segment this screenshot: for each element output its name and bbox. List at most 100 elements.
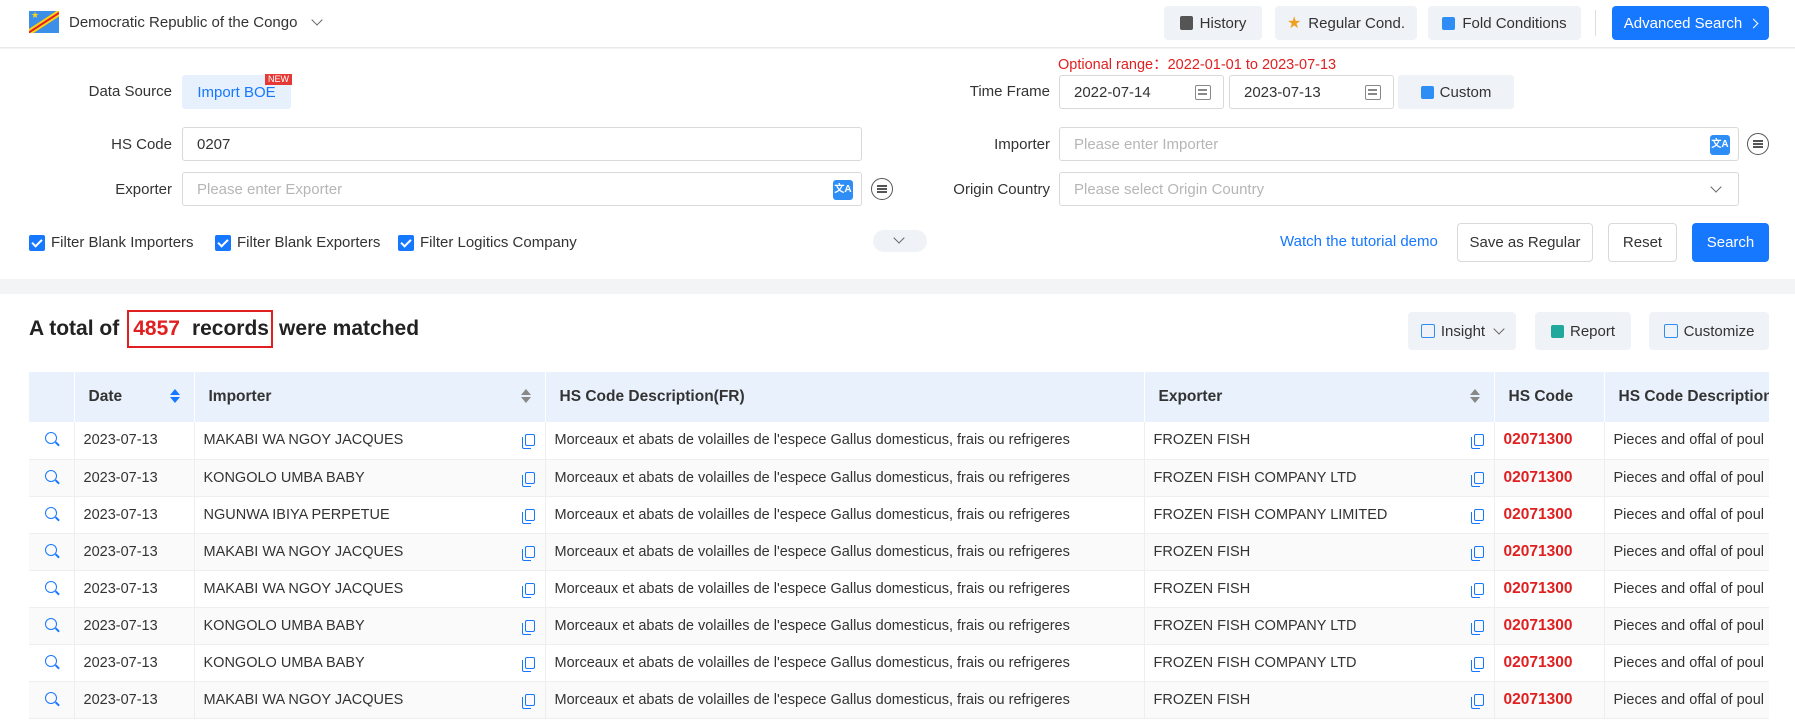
record-count-box: 4857 records [127, 310, 273, 348]
copy-icon[interactable] [521, 508, 535, 524]
calendar-icon[interactable] [1195, 85, 1211, 100]
table-row[interactable]: 2023-07-13 MAKABI WA NGOY JACQUES Morceaux… [29, 422, 1769, 460]
report-button[interactable]: Report [1535, 312, 1631, 350]
reset-button[interactable]: Reset [1608, 223, 1677, 262]
hs-code-cell[interactable]: 02071300 [1494, 422, 1605, 460]
search-icon[interactable] [45, 543, 57, 556]
table-row[interactable]: 2023-07-13 MAKABI WA NGOY JACQUES Morceaux… [29, 570, 1769, 608]
filter-blank-importers-checkbox[interactable]: Filter Blank Importers [29, 234, 194, 251]
checkbox-checked-icon[interactable] [29, 234, 45, 251]
copy-icon[interactable] [1470, 471, 1484, 487]
hs-code-cell[interactable]: 02071300 [1494, 496, 1605, 534]
table-row[interactable]: 2023-07-13 NGUNWA IBIYA PERPETUE Morceaux … [29, 496, 1769, 534]
search-icon[interactable] [45, 654, 57, 667]
copy-icon[interactable] [521, 656, 535, 672]
date-cell: 2023-07-13 [74, 459, 195, 497]
table-row[interactable]: 2023-07-13 KONGOLO UMBA BABY Morceaux et a… [29, 459, 1769, 497]
search-icon[interactable] [45, 691, 57, 704]
hs-code-cell[interactable]: 02071300 [1494, 533, 1605, 571]
copy-icon[interactable] [1470, 545, 1484, 561]
exporter-input[interactable]: Please enter Exporter 文A [182, 172, 862, 206]
hs-code-cell[interactable]: 02071300 [1494, 681, 1605, 719]
table-row[interactable]: 2023-07-13 KONGOLO UMBA BABY Morceaux et a… [29, 607, 1769, 645]
column-importer[interactable]: Importer [194, 372, 546, 422]
copy-icon[interactable] [521, 434, 535, 449]
divider [1595, 10, 1596, 36]
hs-description-cell: Pieces and offal of poul [1604, 459, 1769, 497]
row-view-cell[interactable] [29, 681, 75, 719]
filter-logistics-company-checkbox[interactable]: Filter Logitics Company [398, 234, 577, 251]
sort-icon[interactable] [169, 389, 180, 403]
row-view-cell[interactable] [29, 607, 75, 645]
row-view-cell[interactable] [29, 570, 75, 608]
date-cell: 2023-07-13 [74, 607, 195, 645]
row-view-cell[interactable] [29, 496, 75, 534]
copy-icon[interactable] [521, 545, 535, 561]
country-selector[interactable]: ★ Democratic Republic of the Congo [29, 11, 324, 33]
filter-blank-exporters-checkbox[interactable]: Filter Blank Exporters [215, 234, 380, 251]
row-view-cell[interactable] [29, 533, 75, 571]
copy-icon[interactable] [1470, 434, 1484, 449]
bulk-input-icon[interactable] [871, 178, 893, 200]
regular-conditions-button[interactable]: ★ Regular Cond. [1275, 6, 1417, 40]
column-exporter[interactable]: Exporter [1144, 372, 1495, 422]
translate-icon[interactable]: 文A [1710, 135, 1730, 155]
search-icon[interactable] [45, 432, 57, 445]
hs-code-cell[interactable]: 02071300 [1494, 570, 1605, 608]
advanced-search-button[interactable]: Advanced Search [1612, 6, 1769, 40]
copy-icon[interactable] [521, 619, 535, 635]
hs-code-cell[interactable]: 02071300 [1494, 459, 1605, 497]
fold-conditions-button[interactable]: Fold Conditions [1428, 6, 1581, 40]
hs-description-fr-cell: Morceaux et abats de volailles de l'espe… [545, 459, 1145, 497]
hs-description-cell: Pieces and offal of poul [1604, 644, 1769, 682]
calendar-icon[interactable] [1365, 85, 1381, 100]
row-view-cell[interactable] [29, 459, 75, 497]
copy-icon[interactable] [1470, 508, 1484, 524]
copy-icon[interactable] [1470, 582, 1484, 598]
row-view-cell[interactable] [29, 422, 75, 460]
copy-icon[interactable] [1470, 619, 1484, 635]
date-cell: 2023-07-13 [74, 422, 195, 460]
customize-button[interactable]: Customize [1649, 312, 1769, 350]
exporter-cell: FROZEN FISH COMPANY LTD [1144, 607, 1495, 645]
hs-code-cell[interactable]: 02071300 [1494, 644, 1605, 682]
time-frame-label: Time Frame [969, 83, 1050, 100]
search-icon[interactable] [45, 506, 57, 519]
custom-range-button[interactable]: Custom [1398, 75, 1514, 109]
hs-code-cell[interactable]: 02071300 [1494, 607, 1605, 645]
insight-dropdown[interactable]: Insight [1408, 312, 1516, 350]
sort-icon[interactable] [1469, 389, 1480, 403]
search-button[interactable]: Search [1692, 223, 1769, 262]
search-icon[interactable] [45, 469, 57, 482]
date-to-input[interactable]: 2023-07-13 [1229, 75, 1394, 109]
table-row[interactable]: 2023-07-13 KONGOLO UMBA BABY Morceaux et a… [29, 644, 1769, 682]
table-row[interactable]: 2023-07-13 MAKABI WA NGOY JACQUES Morceaux… [29, 533, 1769, 571]
sort-icon[interactable] [520, 389, 531, 403]
tutorial-link[interactable]: Watch the tutorial demo [1280, 233, 1438, 250]
importer-cell: KONGOLO UMBA BABY [194, 644, 546, 682]
copy-icon[interactable] [1470, 693, 1484, 709]
translate-icon[interactable]: 文A [833, 180, 853, 200]
copy-icon[interactable] [1470, 656, 1484, 672]
search-icon[interactable] [45, 580, 57, 593]
expand-filters-toggle[interactable] [873, 230, 927, 252]
search-icon[interactable] [45, 617, 57, 630]
copy-icon[interactable] [521, 693, 535, 709]
bulk-input-icon[interactable] [1747, 133, 1769, 155]
save-as-regular-button[interactable]: Save as Regular [1457, 223, 1593, 262]
copy-icon[interactable] [521, 471, 535, 487]
data-source-tag[interactable]: Import BOE NEW [182, 74, 292, 109]
data-source-label: Data Source [88, 83, 172, 100]
table-row[interactable]: 2023-07-13 MAKABI WA NGOY JACQUES Morceaux… [29, 681, 1769, 719]
history-button[interactable]: History [1164, 6, 1262, 40]
row-view-cell[interactable] [29, 644, 75, 682]
importer-input[interactable]: Please enter Importer 文A [1059, 127, 1739, 161]
checkbox-checked-icon[interactable] [215, 234, 231, 251]
exporter-cell: FROZEN FISH COMPANY LIMITED [1144, 496, 1495, 534]
date-from-input[interactable]: 2022-07-14 [1059, 75, 1224, 109]
copy-icon[interactable] [521, 582, 535, 598]
checkbox-checked-icon[interactable] [398, 234, 414, 251]
origin-country-select[interactable]: Please select Origin Country [1059, 172, 1739, 206]
hs-code-input[interactable]: 0207 [182, 127, 862, 161]
column-date[interactable]: Date [74, 372, 195, 422]
